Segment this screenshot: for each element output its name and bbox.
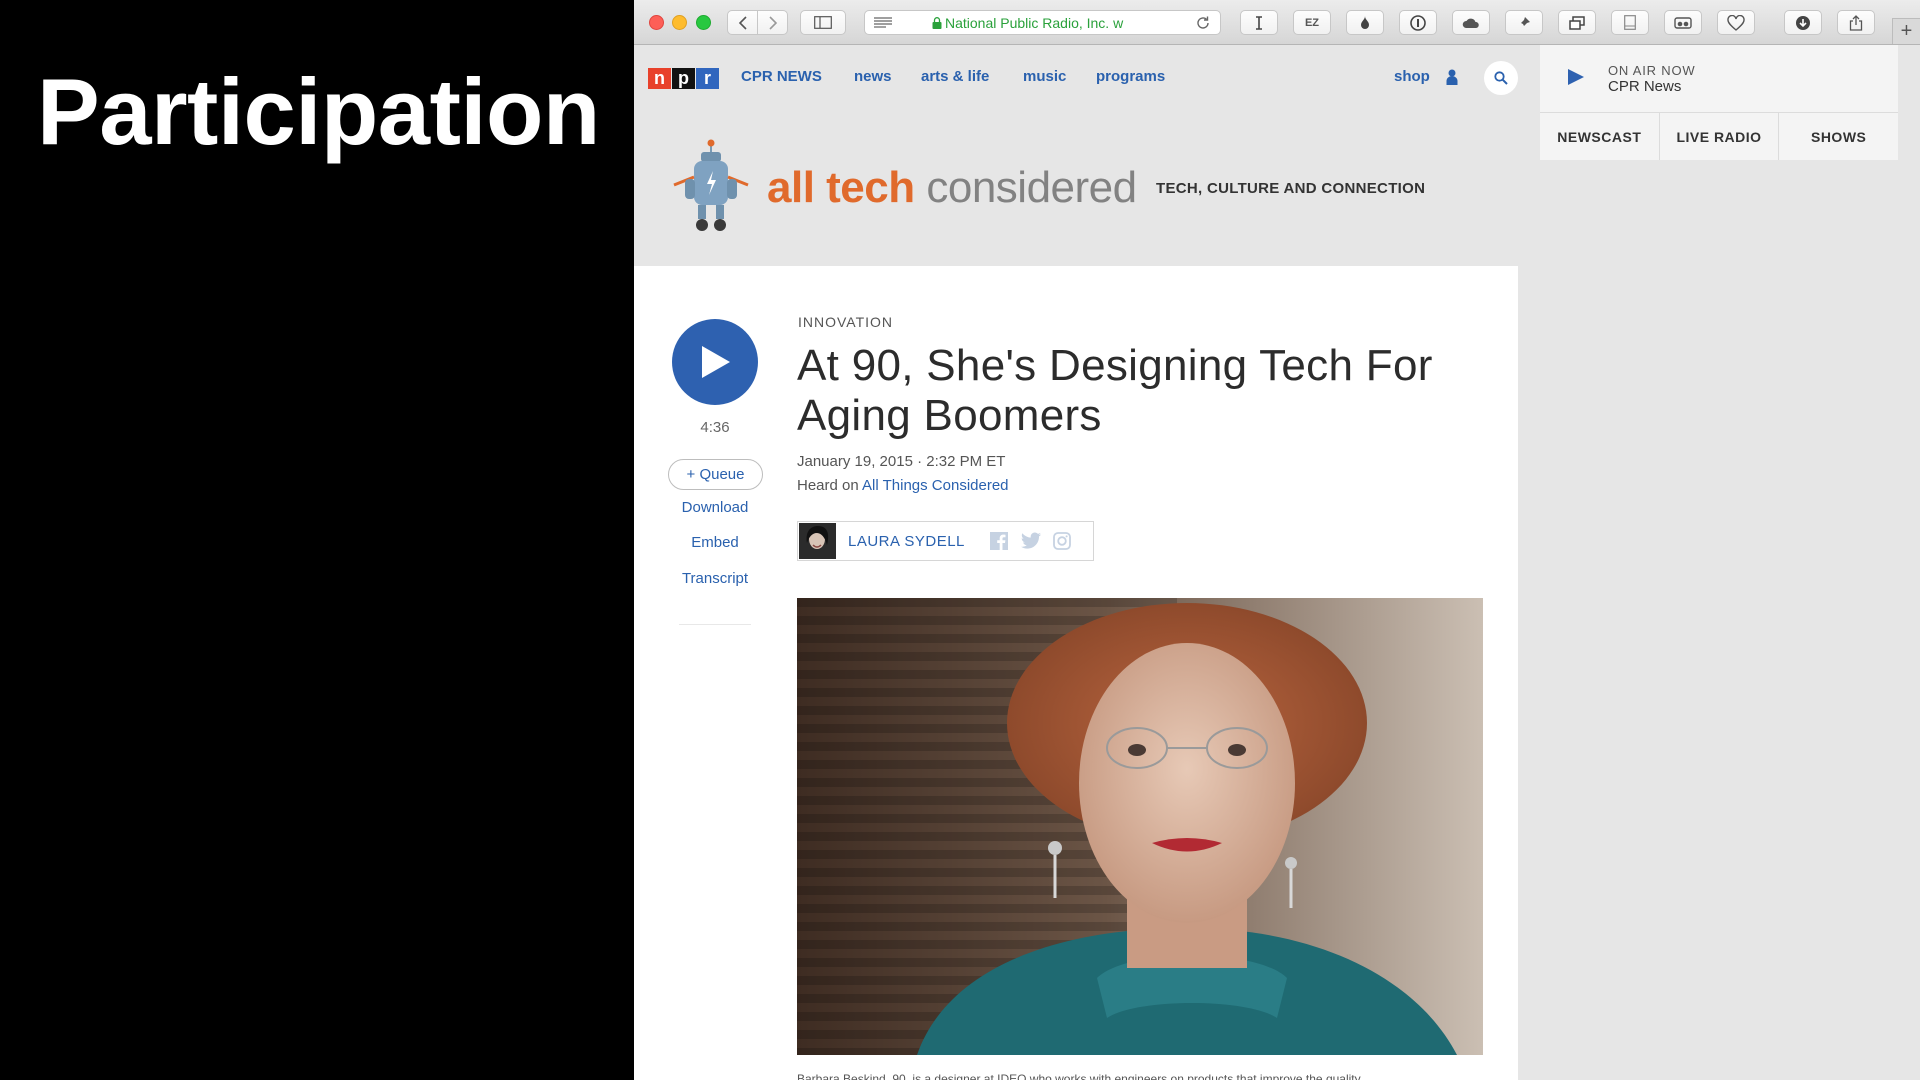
- browser-toolbar: National Public Radio, Inc. w EZ +: [634, 0, 1920, 45]
- instagram-icon[interactable]: [1053, 532, 1071, 550]
- download-icon: [1796, 15, 1810, 30]
- queue-button[interactable]: + Queue: [668, 459, 763, 490]
- nav-link-programs[interactable]: programs: [1096, 68, 1165, 85]
- new-tab-button[interactable]: +: [1892, 18, 1920, 44]
- ez-icon: EZ: [1304, 16, 1320, 29]
- nav-link-arts-life[interactable]: arts & life: [921, 68, 989, 85]
- 1password-icon: [1410, 14, 1426, 31]
- site-nav: n p r CPR NEWS news arts & life music pr…: [634, 45, 1518, 111]
- document-icon: [1624, 15, 1636, 30]
- close-window-button[interactable]: [649, 15, 664, 30]
- chevron-right-icon: [768, 15, 777, 30]
- search-icon: [1494, 71, 1508, 85]
- on-air-label: ON AIR NOW: [1608, 63, 1696, 78]
- nav-link-music[interactable]: music: [1023, 68, 1066, 85]
- article-dateline: January 19, 2015 · 2:32 PM ET: [797, 453, 1006, 470]
- play-icon: [702, 346, 730, 378]
- author-avatar[interactable]: [799, 523, 836, 559]
- zoom-window-button[interactable]: [696, 15, 711, 30]
- transcript-link[interactable]: Transcript: [654, 570, 776, 587]
- extension-favorite-button[interactable]: [1717, 10, 1755, 35]
- tab-live-radio[interactable]: LIVE RADIO: [1660, 113, 1780, 160]
- on-air-panel: ON AIR NOW CPR News NEWSCAST LIVE RADIO …: [1540, 45, 1898, 160]
- flame-icon: [1361, 16, 1369, 29]
- article-kicker[interactable]: INNOVATION: [798, 314, 893, 330]
- on-air-tabs: NEWSCAST LIVE RADIO SHOWS: [1540, 112, 1898, 160]
- pin-icon: [1518, 16, 1530, 29]
- article: 4:36 + Queue Download Embed Transcript I…: [634, 266, 1518, 1080]
- embed-link[interactable]: Embed: [654, 534, 776, 551]
- heart-icon: [1727, 14, 1745, 31]
- chevron-left-icon: [738, 15, 747, 30]
- logo-letter: p: [672, 68, 695, 89]
- sidebar-icon: [814, 16, 832, 29]
- user-icon[interactable]: [1446, 69, 1458, 86]
- extension-drop-button[interactable]: [1346, 10, 1384, 35]
- extension-pin-button[interactable]: [1505, 10, 1543, 35]
- photo-caption: Barbara Beskind, 90, is a designer at ID…: [797, 1072, 1361, 1080]
- audio-duration: 4:36: [700, 419, 730, 436]
- author-byline: LAURA SYDELL: [797, 521, 1094, 561]
- banner-title-light: considered: [926, 163, 1137, 212]
- reload-icon[interactable]: [1195, 15, 1211, 31]
- extension-reader-button[interactable]: [1664, 10, 1702, 35]
- forward-button[interactable]: [757, 10, 788, 35]
- download-link[interactable]: Download: [654, 499, 776, 516]
- author-name[interactable]: LAURA SYDELL: [848, 533, 965, 550]
- banner-tagline: TECH, CULTURE AND CONNECTION: [1156, 180, 1426, 197]
- web-page: n p r CPR NEWS news arts & life music pr…: [634, 45, 1920, 1080]
- share-icon: [1849, 14, 1863, 31]
- logo-letter: r: [696, 68, 719, 89]
- show-link[interactable]: All Things Considered: [862, 477, 1008, 494]
- blog-banner[interactable]: all tech considered TECH, CULTURE AND CO…: [634, 111, 1518, 266]
- nav-link-news[interactable]: news: [854, 68, 892, 85]
- windows-icon: [1569, 15, 1585, 30]
- extension-password-button[interactable]: [1399, 10, 1437, 35]
- lock-icon: [932, 17, 942, 29]
- browser-window: National Public Radio, Inc. w EZ + n p r…: [634, 0, 1920, 1080]
- extension-ez-button[interactable]: EZ: [1293, 10, 1331, 35]
- tab-shows[interactable]: SHOWS: [1779, 113, 1898, 160]
- slide-title: Participation: [37, 59, 600, 164]
- author-photo: [799, 523, 836, 559]
- tab-newscast[interactable]: NEWSCAST: [1540, 113, 1660, 160]
- logo-letter: n: [648, 68, 671, 89]
- article-photo[interactable]: [797, 598, 1483, 1055]
- twitter-icon[interactable]: [1020, 532, 1042, 550]
- facebook-icon[interactable]: [990, 532, 1008, 550]
- share-button[interactable]: [1837, 10, 1875, 35]
- heard-on-prefix: Heard on: [797, 477, 863, 494]
- play-icon[interactable]: [1566, 67, 1586, 87]
- divider: [679, 624, 751, 625]
- url-text: National Public Radio, Inc. w: [945, 15, 1124, 31]
- back-button[interactable]: [727, 10, 758, 35]
- minimize-window-button[interactable]: [672, 15, 687, 30]
- text-cursor-icon: [1256, 15, 1262, 30]
- address-bar[interactable]: National Public Radio, Inc. w: [864, 10, 1221, 35]
- on-air-station[interactable]: CPR News: [1608, 78, 1681, 95]
- nav-link-shop[interactable]: shop: [1394, 68, 1430, 85]
- banner-title-bold: all tech: [767, 163, 915, 212]
- article-headline: At 90, She's Designing Tech For Aging Bo…: [797, 341, 1433, 440]
- npr-logo[interactable]: n p r: [648, 68, 720, 89]
- portrait-image: [797, 598, 1483, 1055]
- banner-title: all tech considered: [767, 163, 1137, 213]
- extension-text-button[interactable]: [1240, 10, 1278, 35]
- robot-icon: [673, 139, 749, 231]
- sidebar-button[interactable]: [800, 10, 846, 35]
- play-audio-button[interactable]: [672, 319, 758, 405]
- downloads-button[interactable]: [1784, 10, 1822, 35]
- extension-cloud-button[interactable]: [1452, 10, 1490, 35]
- heard-on: Heard on All Things Considered: [797, 477, 1009, 494]
- nav-link-cpr-news[interactable]: CPR NEWS: [741, 68, 822, 85]
- glasses-icon: [1674, 16, 1692, 29]
- extension-windows-button[interactable]: [1558, 10, 1596, 35]
- reader-view-icon[interactable]: [874, 17, 892, 29]
- search-button[interactable]: [1484, 61, 1518, 95]
- extension-page-button[interactable]: [1611, 10, 1649, 35]
- cloud-icon: [1462, 18, 1479, 28]
